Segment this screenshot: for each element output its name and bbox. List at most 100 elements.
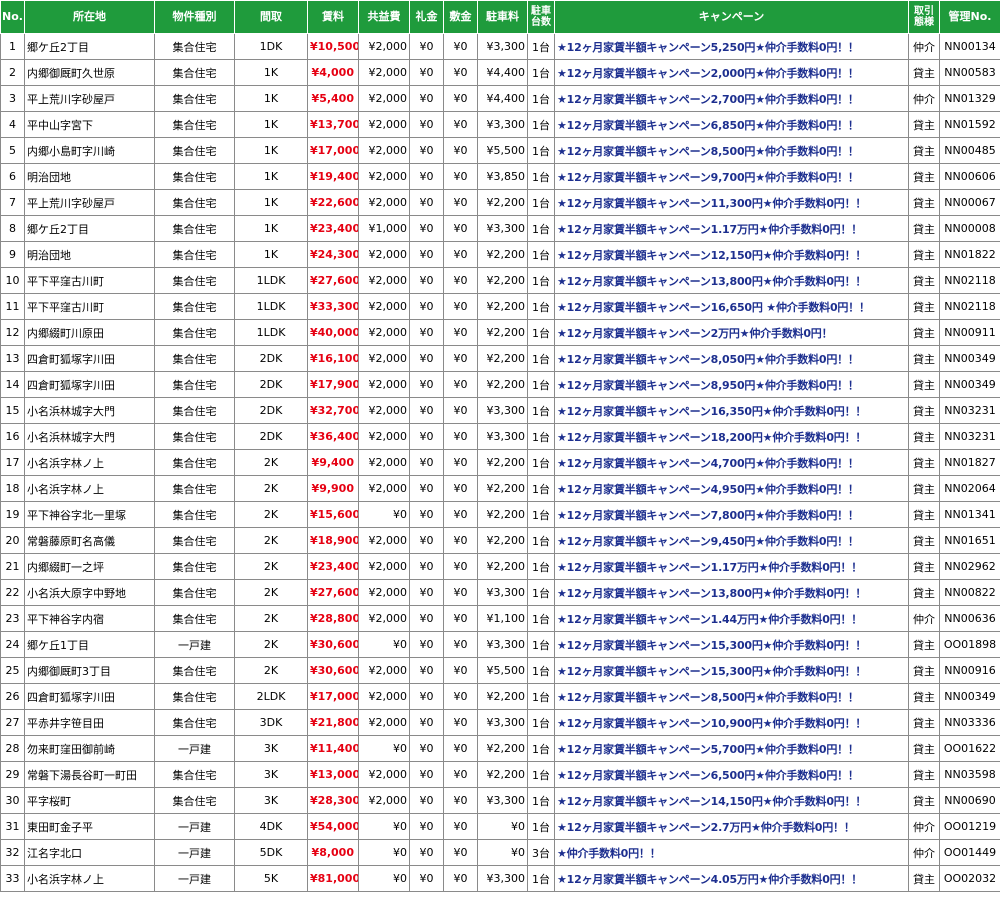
transaction-cell: 貸主 [908,137,940,164]
transaction-cell: 仲介 [908,813,940,840]
row-no: 27 [0,709,25,736]
campaign-cell: ★12ヶ月家賃半額キャンペーン14,150円★仲介手数料0円！！ [554,787,909,814]
parking-count-cell: 1台 [527,215,555,242]
row-no: 12 [0,319,25,346]
campaign-cell: ★12ヶ月家賃半額キャンペーン16,350円★仲介手数料0円！！ [554,397,909,424]
rent-cell: ¥36,400 [307,423,359,450]
location-cell: 常磐藤原町名高儀 [24,527,155,554]
parking-count-cell: 1台 [527,787,555,814]
campaign-cell: ★12ヶ月家賃半額キャンペーン1.44万円★仲介手数料0円！！ [554,605,909,632]
mgmt-no-cell: OO02032 [939,865,1000,892]
parking-count-cell: 1台 [527,449,555,476]
type-cell: 集合住宅 [154,33,235,60]
rent-cell: ¥27,600 [307,579,359,606]
common-fee-cell: ¥0 [358,631,410,658]
location-cell: 平下平窪古川町 [24,267,155,294]
mgmt-no-cell: NN00690 [939,787,1000,814]
type-cell: 一戸建 [154,735,235,762]
campaign-cell: ★12ヶ月家賃半額キャンペーン11,300円★仲介手数料0円！！ [554,189,909,216]
parking-count-cell: 1台 [527,813,555,840]
row-no: 7 [0,189,25,216]
type-cell: 集合住宅 [154,397,235,424]
parking-fee-cell: ¥5,500 [477,657,528,684]
mgmt-no-cell: NN03598 [939,761,1000,788]
table-row: 33 小名浜字林ノ上 一戸建 5K ¥81,000 ¥0 ¥0 ¥0 ¥3,300 1台 ★12ヶ月… [0,865,1000,892]
transaction-cell: 貸主 [908,657,940,684]
parking-count-cell: 1台 [527,605,555,632]
common-fee-cell: ¥2,000 [358,709,410,736]
key-money-cell: ¥0 [409,813,444,840]
table-row: 22 小名浜大原字中野地 集合住宅 2K ¥27,600 ¥2,000 ¥0 ¥0 ¥3,300… [0,579,1000,606]
key-money-cell: ¥0 [409,215,444,242]
table-row: 31 東田町金子平 一戸建 4DK ¥54,000 ¥0 ¥0 ¥0 ¥0 1台 ★12ヶ月家賃半額… [0,813,1000,840]
deposit-cell: ¥0 [443,579,478,606]
transaction-cell: 貸主 [908,449,940,476]
type-cell: 一戸建 [154,839,235,866]
parking-fee-cell: ¥2,200 [477,553,528,580]
row-no: 24 [0,631,25,658]
rent-cell: ¥32,700 [307,397,359,424]
rent-cell: ¥24,300 [307,241,359,268]
transaction-cell: 貸主 [908,553,940,580]
key-money-cell: ¥0 [409,371,444,398]
header-rent: 賃料 [307,0,359,34]
type-cell: 集合住宅 [154,787,235,814]
type-cell: 集合住宅 [154,527,235,554]
common-fee-cell: ¥0 [358,865,410,892]
location-cell: 平下平窪古川町 [24,293,155,320]
rent-cell: ¥30,600 [307,631,359,658]
table-row: 12 内郷綴町川原田 集合住宅 1LDK ¥40,000 ¥2,000 ¥0 ¥0 ¥2,200… [0,319,1000,346]
parking-count-cell: 1台 [527,241,555,268]
rent-cell: ¥16,100 [307,345,359,372]
row-no: 1 [0,33,25,60]
rent-cell: ¥17,000 [307,683,359,710]
layout-cell: 1K [234,215,308,242]
deposit-cell: ¥0 [443,33,478,60]
row-no: 19 [0,501,25,528]
rent-cell: ¥15,600 [307,501,359,528]
parking-fee-cell: ¥2,200 [477,527,528,554]
header-layout: 間取 [234,0,308,34]
campaign-cell: ★12ヶ月家賃半額キャンペーン2.7万円★仲介手数料0円！！ [554,813,909,840]
header-row: No. 所在地 物件種別 間取 賃料 共益費 礼金 敷金 駐車料 駐車台数 キャ… [0,0,1000,34]
transaction-cell: 貸主 [908,215,940,242]
deposit-cell: ¥0 [443,319,478,346]
row-no: 18 [0,475,25,502]
common-fee-cell: ¥0 [358,735,410,762]
layout-cell: 2K [234,631,308,658]
deposit-cell: ¥0 [443,241,478,268]
layout-cell: 2DK [234,397,308,424]
rent-cell: ¥13,000 [307,761,359,788]
header-key-money: 礼金 [409,0,444,34]
row-no: 9 [0,241,25,268]
common-fee-cell: ¥2,000 [358,397,410,424]
row-no: 30 [0,787,25,814]
deposit-cell: ¥0 [443,137,478,164]
transaction-cell: 貸主 [908,371,940,398]
parking-count-cell: 1台 [527,761,555,788]
transaction-cell: 貸主 [908,163,940,190]
campaign-cell: ★12ヶ月家賃半額キャンペーン13,800円★仲介手数料0円！！ [554,579,909,606]
campaign-cell: ★12ヶ月家賃半額キャンペーン12,150円★仲介手数料0円！！ [554,241,909,268]
common-fee-cell: ¥2,000 [358,683,410,710]
campaign-cell: ★12ヶ月家賃半額キャンペーン10,900円★仲介手数料0円！！ [554,709,909,736]
parking-fee-cell: ¥2,200 [477,189,528,216]
mgmt-no-cell: NN00636 [939,605,1000,632]
parking-fee-cell: ¥3,300 [477,423,528,450]
table-row: 13 四倉町狐塚字川田 集合住宅 2DK ¥16,100 ¥2,000 ¥0 ¥0 ¥2,200… [0,345,1000,372]
row-no: 14 [0,371,25,398]
deposit-cell: ¥0 [443,735,478,762]
layout-cell: 4DK [234,813,308,840]
location-cell: 江名字北口 [24,839,155,866]
table-row: 7 平上荒川字砂屋戸 集合住宅 1K ¥22,600 ¥2,000 ¥0 ¥0 ¥2,200 1台… [0,189,1000,216]
deposit-cell: ¥0 [443,475,478,502]
common-fee-cell: ¥2,000 [358,137,410,164]
mgmt-no-cell: NN00606 [939,163,1000,190]
parking-count-cell: 1台 [527,59,555,86]
parking-fee-cell: ¥2,200 [477,683,528,710]
location-cell: 勿来町窪田御前崎 [24,735,155,762]
parking-count-cell: 1台 [527,579,555,606]
common-fee-cell: ¥0 [358,839,410,866]
layout-cell: 2K [234,449,308,476]
row-no: 21 [0,553,25,580]
